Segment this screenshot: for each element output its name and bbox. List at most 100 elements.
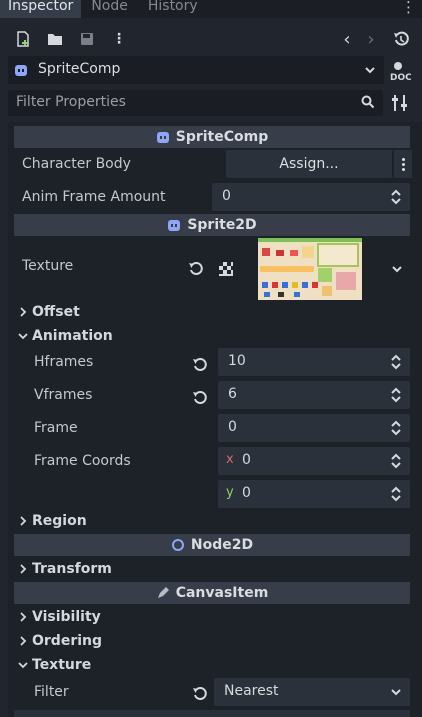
field-value: 0 <box>228 419 237 435</box>
revert-icon[interactable] <box>192 357 208 373</box>
field-value: Nearest <box>224 683 279 699</box>
filter-properties-input[interactable]: Filter Properties <box>8 90 383 116</box>
x-axis-label: x <box>226 452 234 467</box>
revert-icon[interactable] <box>192 686 208 702</box>
chevron-down-icon[interactable] <box>391 263 403 275</box>
frame-coords-y-spinbox[interactable]: y 0 <box>218 480 410 508</box>
field-value: 10 <box>228 353 246 369</box>
property-label: Frame <box>34 420 78 436</box>
field-value: 6 <box>228 386 237 402</box>
history-forward-icon[interactable]: › <box>362 29 380 50</box>
chevron-down-icon <box>16 331 30 341</box>
property-anim-frame-amount: Anim Frame Amount 0 <box>14 183 410 213</box>
property-vframes: Vframes 6 <box>14 381 410 411</box>
chevron-down-icon <box>365 67 375 74</box>
history-list-icon[interactable] <box>392 30 410 48</box>
section-label: Visibility <box>32 609 101 625</box>
section-title: SpriteComp <box>175 129 269 145</box>
property-hframes: Hframes 10 <box>14 348 410 378</box>
checker-transparency-icon[interactable] <box>218 261 234 277</box>
more-options-icon[interactable]: ⋮ <box>110 30 128 48</box>
chevron-right-icon <box>16 564 30 574</box>
pencil-icon <box>157 587 169 598</box>
chevron-right-icon <box>16 307 30 317</box>
inspector-toolbar: ⋮ ‹ › <box>0 22 422 56</box>
node-icon <box>15 65 27 76</box>
section-region[interactable]: Region <box>14 510 410 532</box>
property-label: Character Body <box>22 156 131 172</box>
new-resource-icon[interactable] <box>14 30 32 48</box>
section-label: Region <box>32 513 87 529</box>
spin-arrows-icon <box>391 189 401 205</box>
spin-arrows-icon <box>391 453 401 469</box>
history-back-icon[interactable]: ‹ <box>338 29 356 50</box>
revert-icon[interactable] <box>192 390 208 406</box>
tab-history[interactable]: History <box>138 0 208 18</box>
spin-arrows-icon <box>391 486 401 502</box>
node2d-icon <box>171 539 184 551</box>
tab-node[interactable]: Node <box>81 0 138 18</box>
section-label: Animation <box>32 328 113 344</box>
property-frame: Frame 0 <box>14 414 410 444</box>
chevron-right-icon <box>16 516 30 526</box>
field-value: 0 <box>242 452 251 468</box>
section-label: Transform <box>32 561 112 577</box>
dock-tabs: Inspector Node History ⋮ <box>0 0 422 18</box>
section-ordering[interactable]: Ordering <box>14 630 410 652</box>
section-label: Offset <box>32 304 80 320</box>
node-icon <box>156 132 169 143</box>
property-label: Texture <box>22 258 74 274</box>
frame-spinbox[interactable]: 0 <box>218 414 410 442</box>
section-offset[interactable]: Offset <box>14 301 410 323</box>
anim-frame-amount-spinbox[interactable]: 0 <box>212 183 410 211</box>
property-frame-coords: Frame Coords x 0 y 0 <box>14 447 410 511</box>
section-animation[interactable]: Animation <box>14 325 410 347</box>
sprite-icon <box>168 220 181 231</box>
section-texture[interactable]: Texture <box>14 654 410 676</box>
chevron-down-icon <box>16 660 30 670</box>
search-icon <box>361 95 375 109</box>
section-header-node2d: Node2D <box>14 534 410 556</box>
filter-options-icon[interactable] <box>390 93 410 113</box>
svg-text:DOC: DOC <box>390 73 411 82</box>
section-header-spritecomp: SpriteComp <box>14 126 410 148</box>
filter-select[interactable]: Nearest <box>214 678 410 706</box>
chevron-right-icon <box>16 612 30 622</box>
section-visibility[interactable]: Visibility <box>14 606 410 628</box>
section-label: Texture <box>32 657 92 673</box>
dock-menu-icon[interactable]: ⋮ <box>401 0 416 16</box>
property-label: Anim Frame Amount <box>22 189 166 205</box>
property-character-body: Character Body Assign... <box>14 150 412 180</box>
section-header-sprite2d: Sprite2D <box>14 214 410 236</box>
revert-icon[interactable] <box>188 261 204 277</box>
next-row-edge <box>14 710 410 717</box>
section-header-canvasitem: CanvasItem <box>14 582 410 604</box>
section-label: Ordering <box>32 633 103 649</box>
field-value: 0 <box>242 485 251 501</box>
field-value: 0 <box>222 188 231 204</box>
hframes-spinbox[interactable]: 10 <box>218 348 410 376</box>
filter-placeholder: Filter Properties <box>16 94 126 110</box>
section-title: CanvasItem <box>175 585 269 601</box>
open-documentation-icon[interactable]: DOC <box>389 60 411 82</box>
property-filter: Filter Nearest <box>14 678 410 708</box>
y-axis-label: y <box>226 485 234 500</box>
spin-arrows-icon <box>391 354 401 370</box>
open-folder-icon[interactable] <box>46 30 64 48</box>
section-transform[interactable]: Transform <box>14 558 410 580</box>
object-name: SpriteComp <box>38 61 121 77</box>
tab-inspector[interactable]: Inspector <box>0 0 82 18</box>
texture-preview[interactable] <box>258 238 362 300</box>
save-icon[interactable] <box>78 30 96 48</box>
frame-coords-x-spinbox[interactable]: x 0 <box>218 447 410 475</box>
chevron-right-icon <box>16 636 30 646</box>
spin-arrows-icon <box>391 387 401 403</box>
section-title: Sprite2D <box>187 217 257 233</box>
vframes-spinbox[interactable]: 6 <box>218 381 410 409</box>
property-label: Frame Coords <box>34 453 131 469</box>
property-label: Vframes <box>34 387 93 403</box>
object-selector[interactable]: SpriteComp <box>8 56 384 84</box>
property-label: Hframes <box>34 354 94 370</box>
assign-button[interactable]: Assign... <box>226 150 392 178</box>
more-icon[interactable] <box>394 150 412 178</box>
